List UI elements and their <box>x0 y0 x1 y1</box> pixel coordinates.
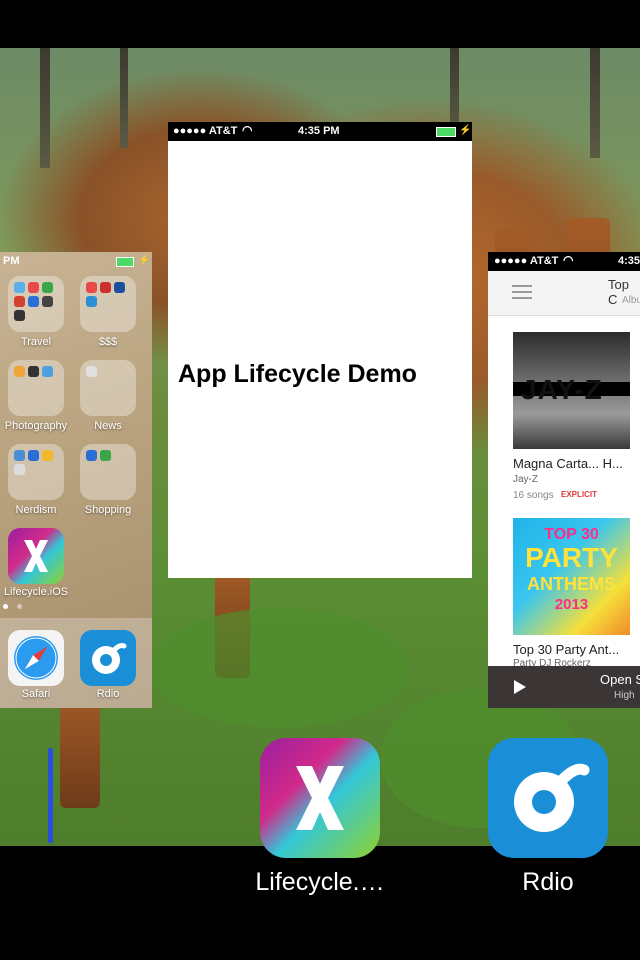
folder-label: News <box>94 420 122 432</box>
folder-news[interactable] <box>80 360 136 416</box>
album-artist: Jay-Z <box>513 474 538 485</box>
play-icon[interactable] <box>514 680 526 694</box>
nav-subtitle: Albu <box>622 295 640 306</box>
status-bar: PM ⚡ <box>0 252 152 272</box>
folder-travel[interactable] <box>8 276 64 332</box>
folder-label: Photography <box>4 420 68 432</box>
folder-label: Shopping <box>84 504 132 516</box>
charging-icon: ⚡ <box>138 255 151 266</box>
folder-nerdism[interactable] <box>8 444 64 500</box>
grass-patch <box>150 608 410 728</box>
home-screen-card[interactable]: PM ⚡ Travel $$$ Photography News Nerdism… <box>0 252 152 708</box>
player-title: Open S <box>600 672 640 687</box>
switcher-label: Rdio <box>522 868 574 896</box>
now-playing-bar[interactable]: Open S High <box>488 666 640 708</box>
safari-icon[interactable] <box>8 630 64 686</box>
nav-bar: Top C Albu <box>488 271 640 316</box>
carrier-label: ●●●●● AT&T <box>494 255 559 267</box>
demo-title: App Lifecycle Demo <box>178 360 417 388</box>
folder-label: $$$ <box>98 336 118 348</box>
album-title: Top 30 Party Ant... <box>513 642 620 657</box>
album-art-line: 2013 <box>554 596 589 613</box>
rdio-app-card[interactable]: ●●●●● AT&T ◠ 4:35 Top C Albu JAY-Z Magna… <box>488 252 640 708</box>
album-art[interactable]: TOP 30 PARTY ANTHEMS 2013 <box>513 518 630 635</box>
app-label: Lifecycle.iOS <box>3 586 69 598</box>
tree-trunk <box>40 48 50 168</box>
blue-lead-rope <box>48 748 53 843</box>
album-art-line: ANTHEMS <box>527 574 616 594</box>
status-time: PM <box>3 255 20 267</box>
folder-money[interactable] <box>80 276 136 332</box>
folder-photography[interactable] <box>8 360 64 416</box>
page-dot <box>3 604 8 609</box>
lifecycle-switcher-icon[interactable] <box>260 738 380 858</box>
rdio-icon[interactable] <box>80 630 136 686</box>
menu-icon[interactable] <box>512 285 532 287</box>
battery-icon <box>116 257 134 267</box>
dock: Safari Rdio <box>0 618 152 708</box>
status-time: 4:35 <box>618 255 640 267</box>
rdio-switcher-icon[interactable] <box>488 738 608 858</box>
bottom-letterbox <box>0 846 640 960</box>
folder-shopping[interactable] <box>80 444 136 500</box>
wifi-icon: ◠ <box>242 123 253 137</box>
wifi-icon: ◠ <box>563 253 574 267</box>
status-time: 4:35 PM <box>298 125 340 137</box>
dock-label: Rdio <box>96 688 120 700</box>
folder-label: Nerdism <box>15 504 57 516</box>
switcher-label: Lifecycle.… <box>255 868 385 896</box>
page-dot <box>17 604 22 609</box>
tree-trunk <box>120 48 128 148</box>
tree-trunk <box>590 48 600 158</box>
album-song-count: 16 songs <box>513 490 554 501</box>
album-title: Magna Carta... H... <box>513 456 623 471</box>
album-art[interactable]: JAY-Z <box>513 332 630 449</box>
player-subtitle: High <box>614 690 635 701</box>
status-bar: ●●●●● AT&T ◠ 4:35 PM ⚡ <box>168 122 472 141</box>
lifecycle-app-card[interactable]: ●●●●● AT&T ◠ 4:35 PM ⚡ App Lifecycle Dem… <box>168 122 472 578</box>
folder-label: Travel <box>20 336 52 348</box>
lifecycle-app-icon[interactable] <box>8 528 64 584</box>
carrier-label: ●●●●● AT&T <box>173 125 238 137</box>
album-art-line: PARTY <box>525 542 618 573</box>
top-letterbox <box>0 0 640 48</box>
status-bar: ●●●●● AT&T ◠ 4:35 <box>488 252 640 271</box>
album-art-text: JAY-Z <box>521 374 603 405</box>
dock-label: Safari <box>21 688 51 700</box>
explicit-badge: EXPLICIT <box>561 490 598 499</box>
charging-icon: ⚡ <box>459 125 472 136</box>
battery-icon <box>436 127 456 137</box>
